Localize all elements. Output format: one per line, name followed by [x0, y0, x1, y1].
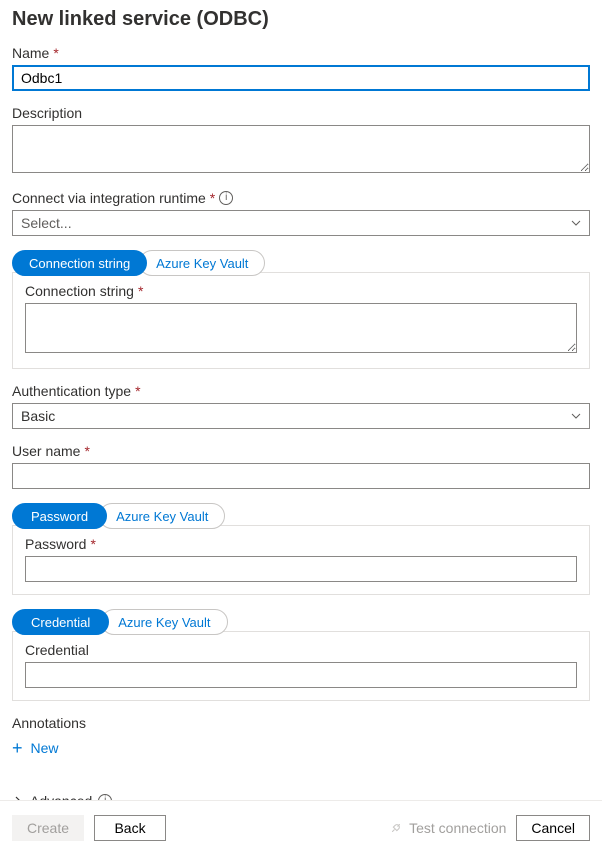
tab-connection-akv[interactable]: Azure Key Vault [139, 250, 265, 276]
credential-input[interactable] [25, 662, 577, 688]
credential-label: Credential [25, 642, 577, 658]
description-field: Description [12, 105, 590, 176]
connection-string-label-text: Connection string [25, 283, 134, 299]
create-button: Create [12, 815, 84, 841]
chevron-down-icon [571, 218, 581, 228]
name-label: Name * [12, 45, 590, 61]
username-label-text: User name [12, 443, 80, 459]
username-input[interactable] [12, 463, 590, 489]
username-label: User name * [12, 443, 590, 459]
tab-credential-akv[interactable]: Azure Key Vault [101, 609, 227, 635]
connection-string-label: Connection string * [25, 283, 577, 299]
annotations-label: Annotations [12, 715, 590, 731]
password-label-text: Password [25, 536, 86, 552]
credential-box: Credential [12, 631, 590, 701]
required-asterisk: * [84, 443, 89, 459]
auth-type-label-text: Authentication type [12, 383, 131, 399]
name-field: Name * [12, 45, 590, 91]
auth-type-field: Authentication type * Basic [12, 383, 590, 429]
required-asterisk: * [53, 45, 58, 61]
runtime-label: Connect via integration runtime * i [12, 190, 590, 206]
plus-icon: + [12, 739, 23, 757]
description-label: Description [12, 105, 590, 121]
auth-type-label: Authentication type * [12, 383, 590, 399]
annotations-field: Annotations + New [12, 715, 590, 757]
plug-icon [389, 821, 403, 835]
description-textarea[interactable] [12, 125, 590, 173]
connection-string-textarea[interactable] [25, 303, 577, 353]
advanced-label: Advanced [30, 793, 92, 800]
required-asterisk: * [138, 283, 143, 299]
runtime-field: Connect via integration runtime * i Sele… [12, 190, 590, 236]
auth-type-select[interactable]: Basic [12, 403, 590, 429]
required-asterisk: * [135, 383, 140, 399]
auth-type-value: Basic [21, 408, 55, 424]
tab-password[interactable]: Password [12, 503, 107, 529]
connection-tabs-section: Connection string Azure Key Vault Connec… [12, 250, 590, 369]
annotations-new-button[interactable]: + New [12, 739, 59, 757]
password-box: Password * [12, 525, 590, 595]
runtime-select[interactable]: Select... [12, 210, 590, 236]
password-label: Password * [25, 536, 577, 552]
annotations-new-label: New [31, 740, 59, 756]
cancel-button[interactable]: Cancel [516, 815, 590, 841]
runtime-select-placeholder: Select... [21, 215, 72, 231]
name-label-text: Name [12, 45, 49, 61]
password-tabs-section: Password Azure Key Vault Password * [12, 503, 590, 595]
required-asterisk: * [210, 190, 215, 206]
panel-title: New linked service (ODBC) [12, 8, 590, 31]
credential-tabs-section: Credential Azure Key Vault Credential [12, 609, 590, 701]
password-input[interactable] [25, 556, 577, 582]
chevron-down-icon [571, 411, 581, 421]
tab-credential[interactable]: Credential [12, 609, 109, 635]
back-button[interactable]: Back [94, 815, 166, 841]
test-connection-label: Test connection [409, 820, 506, 836]
advanced-toggle[interactable]: Advanced i [12, 789, 112, 800]
test-connection-button: Test connection [389, 820, 506, 836]
name-input[interactable] [12, 65, 590, 91]
connection-string-box: Connection string * [12, 272, 590, 369]
info-icon[interactable]: i [219, 191, 233, 205]
runtime-label-text: Connect via integration runtime [12, 190, 206, 206]
footer-left: Create Back [12, 815, 166, 841]
username-field: User name * [12, 443, 590, 489]
tab-connection-string[interactable]: Connection string [12, 250, 147, 276]
tab-password-akv[interactable]: Azure Key Vault [99, 503, 225, 529]
footer-right: Test connection Cancel [389, 815, 590, 841]
required-asterisk: * [90, 536, 95, 552]
footer: Create Back Test connection Cancel [0, 800, 602, 855]
